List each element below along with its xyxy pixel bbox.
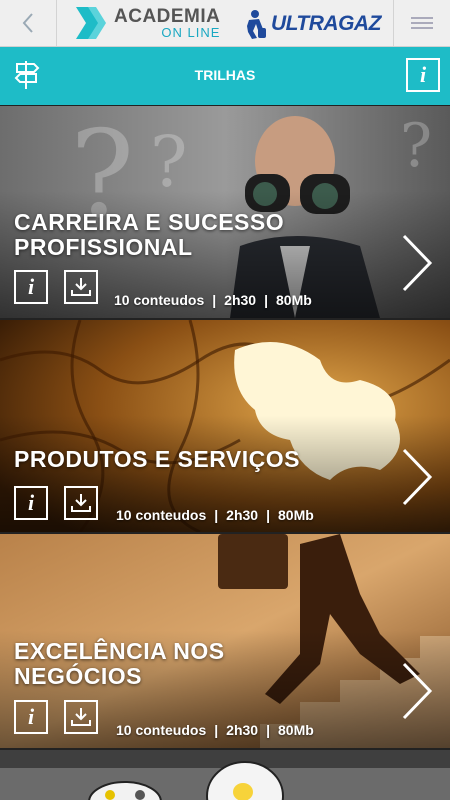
chevron-left-icon — [22, 13, 33, 33]
trail-duration: 2h30 — [224, 292, 257, 308]
trail-background-image — [0, 750, 450, 800]
trail-card[interactable]: EXCELÊNCIA NOS NEGÓCIOS i 10 conteudos | 2… — [0, 534, 450, 748]
trail-title-line1: EXCELÊNCIA NOS — [14, 638, 225, 664]
trail-title-line2: NEGÓCIOS — [14, 663, 142, 689]
trail-title: PRODUTOS E SERVIÇOS — [14, 447, 300, 472]
trail-info-button[interactable]: i — [14, 700, 48, 734]
page-title: TRILHAS — [194, 67, 256, 83]
trail-title-line1: CARREIRA E SUCESSO — [14, 209, 285, 235]
app-header: ACADEMIA ON LINE ULTRAGAZ — [0, 0, 450, 47]
section-bar: TRILHAS i — [0, 47, 450, 105]
trail-contents: 10 conteudos — [114, 292, 205, 308]
trail-card[interactable]: ? ? ? CARREIRA E SUCESSO PROFISSIONAL i … — [0, 106, 450, 318]
meta-separator: | — [266, 507, 271, 523]
trail-size: 80Mb — [278, 507, 314, 523]
meta-separator: | — [212, 292, 217, 308]
meta-separator: | — [266, 722, 271, 738]
trail-download-button[interactable] — [64, 486, 98, 520]
download-icon — [71, 708, 91, 726]
brand-title: ACADEMIA — [114, 5, 221, 27]
chevron-right-icon[interactable] — [400, 662, 434, 720]
trail-title: CARREIRA E SUCESSO PROFISSIONAL — [14, 210, 284, 260]
trail-title: EXCELÊNCIA NOS NEGÓCIOS — [14, 639, 225, 689]
trail-card[interactable]: PRODUTOS E SERVIÇOS i 10 conteudos | 2h30 |… — [0, 320, 450, 532]
trail-meta: 10 conteudos | 2h30 | 80Mb — [116, 722, 314, 738]
trail-meta: 10 conteudos | 2h30 | 80Mb — [116, 507, 314, 523]
back-button[interactable] — [0, 0, 57, 46]
trail-meta: 10 conteudos | 2h30 | 80Mb — [114, 292, 312, 308]
trail-info-button[interactable]: i — [14, 270, 48, 304]
hamburger-icon — [411, 14, 433, 32]
download-icon — [71, 494, 91, 512]
trail-title-line2: PROFISSIONAL — [14, 234, 193, 260]
ultragaz-logo: ULTRAGAZ — [241, 8, 381, 40]
meta-separator: | — [264, 292, 269, 308]
trail-title-line1: PRODUTOS E SERVIÇOS — [14, 446, 300, 472]
academia-arrow-icon — [76, 7, 106, 39]
trail-size: 80Mb — [278, 722, 314, 738]
trail-card[interactable] — [0, 750, 450, 800]
academia-logo: ACADEMIA ON LINE — [76, 4, 220, 42]
download-icon — [71, 278, 91, 296]
partner-name: ULTRAGAZ — [271, 12, 381, 35]
chevron-right-icon[interactable] — [400, 448, 434, 506]
brand-subtitle: ON LINE — [161, 24, 221, 40]
trail-contents: 10 conteudos — [116, 507, 207, 523]
chevron-right-icon[interactable] — [400, 234, 434, 292]
meta-separator: | — [214, 507, 219, 523]
meta-separator: | — [214, 722, 219, 738]
trail-info-button[interactable]: i — [14, 486, 48, 520]
trail-duration: 2h30 — [226, 507, 259, 523]
info-button[interactable]: i — [406, 58, 440, 92]
trail-size: 80Mb — [276, 292, 312, 308]
trail-download-button[interactable] — [64, 270, 98, 304]
trail-duration: 2h30 — [226, 722, 259, 738]
ultragaz-mascot-icon — [247, 10, 266, 39]
trail-contents: 10 conteudos — [116, 722, 207, 738]
trail-download-button[interactable] — [64, 700, 98, 734]
menu-button[interactable] — [393, 0, 450, 46]
